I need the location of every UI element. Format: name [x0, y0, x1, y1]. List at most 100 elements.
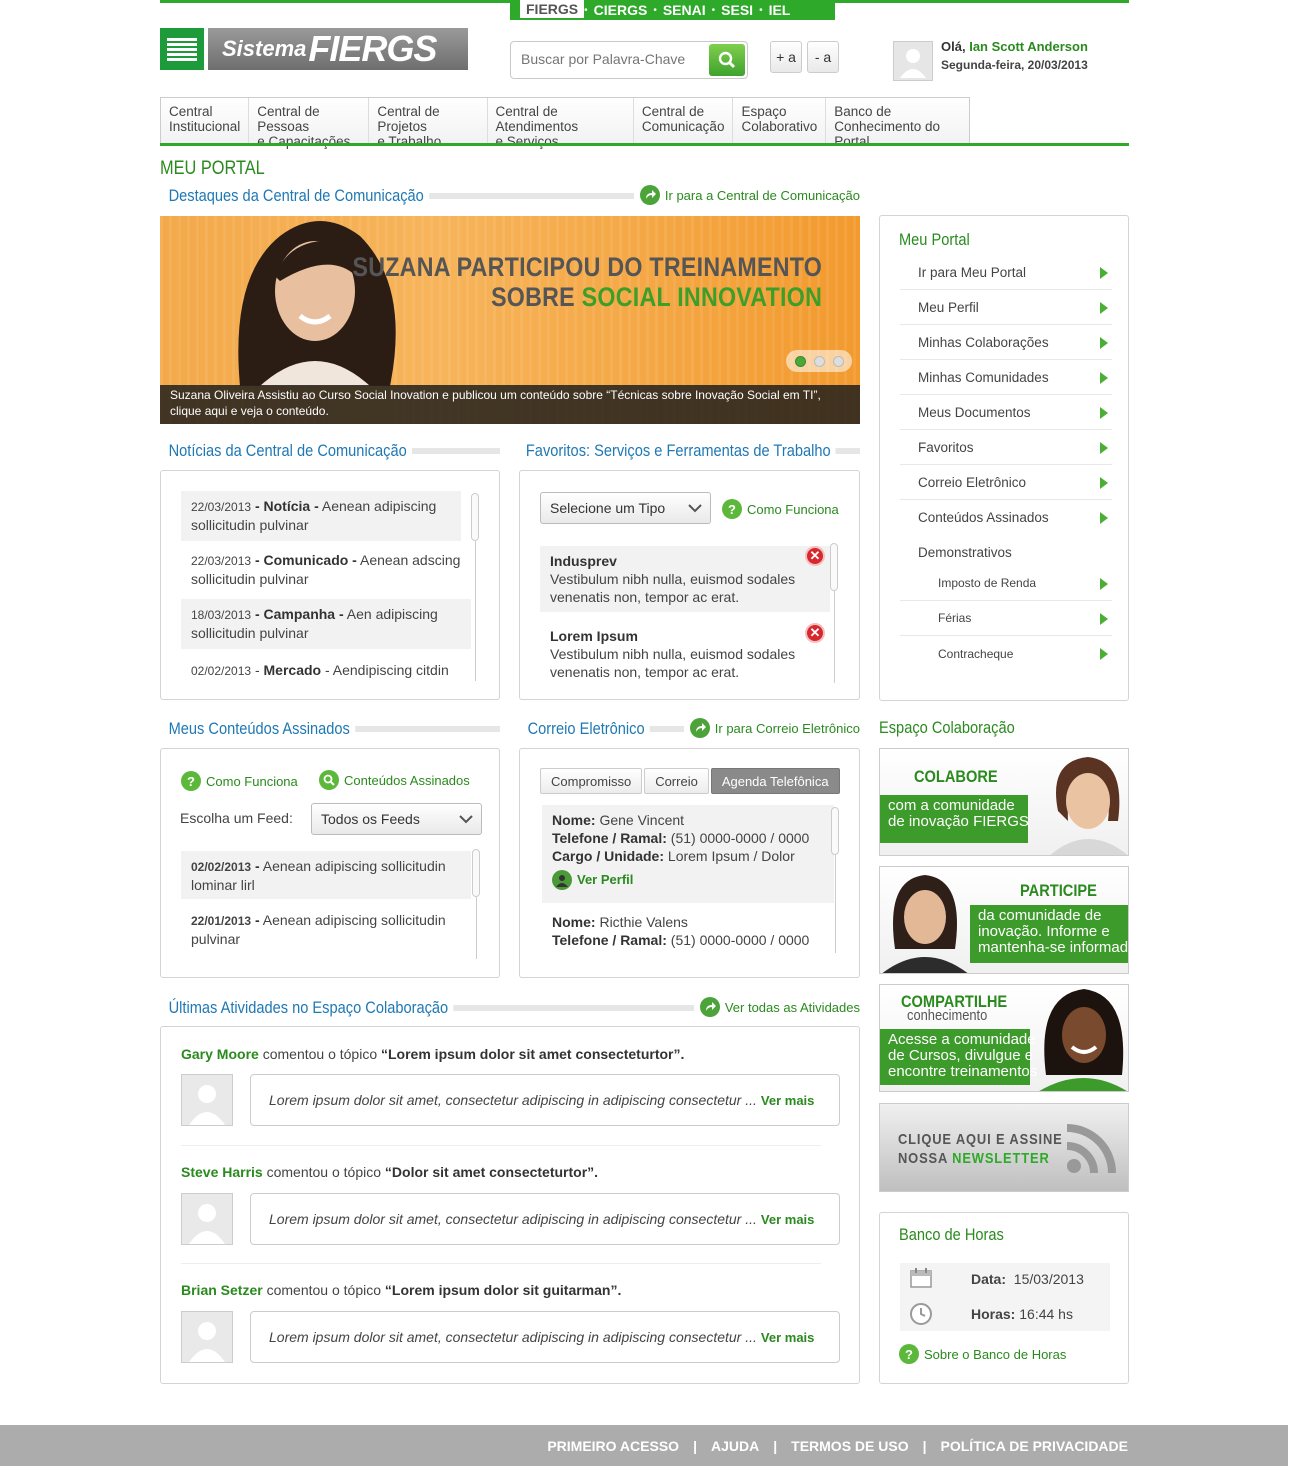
person-photo — [1039, 989, 1127, 1091]
side-item-meu-perfil[interactable]: Meu Perfil — [900, 290, 1112, 325]
list-item[interactable]: 02/02/2013 - Mercado - Aendipiscing citd… — [181, 655, 471, 685]
nav-item-colaborativo[interactable]: Espaço Colaborativo — [733, 98, 827, 143]
footer-link-primeiro-acesso[interactable]: PRIMEIRO ACESSO — [547, 1438, 679, 1454]
see-more-link[interactable]: Ver mais — [761, 1212, 815, 1227]
feed-select[interactable]: Todos os Feeds — [311, 803, 482, 835]
activity-topic[interactable]: “Dolor sit amet consecteturtor”. — [385, 1164, 598, 1180]
remove-favorite-icon[interactable]: ✕ — [805, 546, 825, 566]
logo[interactable]: Sistema FIERGS — [208, 28, 468, 70]
favorite-item[interactable]: Indusprev Vestibulum nibh nulla, euismod … — [540, 546, 830, 612]
menu-label: Férias — [938, 611, 972, 625]
promo-line: encontre treinamentos — [888, 1063, 1038, 1080]
subscribed-contents-link[interactable]: Conteúdos Assinados — [319, 770, 470, 790]
item-text: lominar lirl — [191, 877, 255, 893]
footer-link-ajuda[interactable]: AJUDA — [711, 1438, 759, 1454]
remove-favorite-icon[interactable]: ✕ — [805, 623, 825, 643]
font-decrease-button[interactable]: - a — [807, 41, 839, 73]
colabore-promo[interactable]: COLABORE com a comunidade de inovação FI… — [879, 748, 1129, 856]
activity-topic[interactable]: “Lorem ipsum dolor sit amet consecteturt… — [381, 1046, 684, 1062]
favorite-desc: venenatis non, tempor ac erat. — [550, 664, 740, 680]
activity-topic[interactable]: “Lorem ipsum dolor sit guitarman”. — [385, 1282, 621, 1298]
list-item[interactable]: 18/03/2013 - Campanha - Aen adipiscing so… — [181, 599, 471, 649]
type-select[interactable]: Selecione um Tipo — [540, 492, 711, 524]
banner-highlight: SOCIAL INNOVATION — [581, 282, 822, 312]
topbar-link-senai[interactable]: SENAI — [657, 2, 712, 18]
side-item-correio[interactable]: Correio Eletrônico — [900, 465, 1112, 500]
side-item-meu-portal[interactable]: Ir para Meu Portal — [900, 255, 1112, 290]
nav-item-institucional[interactable]: Central Institucional — [161, 98, 250, 143]
list-item[interactable]: 22/01/2013 - Aenean adipiscing sollicitu… — [181, 905, 471, 953]
activity-user[interactable]: Gary Moore — [181, 1046, 259, 1062]
view-profile-link[interactable]: Ver Perfil — [552, 870, 824, 890]
nav-item-projetos[interactable]: Central de Projetos e Trabalho — [369, 98, 488, 149]
scrollbar[interactable] — [471, 493, 479, 541]
activity-user[interactable]: Steve Harris — [181, 1164, 263, 1180]
side-item-documentos[interactable]: Meus Documentos — [900, 395, 1112, 430]
side-item-comunidades[interactable]: Minhas Comunidades — [900, 360, 1112, 395]
topbar-link-sesi[interactable]: SESI — [715, 2, 759, 18]
nav-item-comunicacao[interactable]: Central de Comunicação — [634, 98, 734, 143]
about-banco-link[interactable]: ? Sobre o Banco de Horas — [899, 1344, 1066, 1364]
footer-link-privacidade[interactable]: POLÍTICA DE PRIVACIDADE — [941, 1438, 1128, 1454]
side-item-conteudos[interactable]: Conteúdos Assinados — [900, 500, 1112, 535]
menu-label: Contracheque — [938, 646, 1014, 661]
search-box — [510, 41, 748, 79]
scrollbar[interactable] — [830, 543, 838, 591]
list-item[interactable]: 02/02/2013 - Aenean adipiscing sollicitu… — [181, 851, 471, 899]
tab-compromisso[interactable]: Compromisso — [540, 768, 643, 794]
scrollbar[interactable] — [831, 807, 839, 855]
side-subitem-contracheque[interactable]: Contracheque — [900, 636, 1112, 671]
item-type: Campanha — [263, 606, 336, 622]
list-item[interactable]: 22/03/2013 - Comunicado - Aenean adscing… — [181, 545, 471, 595]
promo-text: Acesse a comunidade de Cursos, divulgue … — [880, 1029, 1038, 1085]
banner-line-1: SUZANA PARTICIPOU DO TREINAMENTO — [352, 252, 822, 282]
activity-verb: comentou o tópico — [266, 1282, 381, 1298]
tab-correio[interactable]: Correio — [644, 768, 709, 794]
compartilhe-promo[interactable]: COMPARTILHE conhecimento Acesse a comuni… — [879, 984, 1129, 1092]
tab-agenda-telefonica[interactable]: Agenda Telefônica — [710, 768, 840, 794]
font-increase-button[interactable]: + a — [770, 41, 802, 73]
activity-user[interactable]: Brian Setzer — [181, 1282, 263, 1298]
nav-item-atendimentos[interactable]: Central de Atendimentos e Serviços — [488, 98, 634, 149]
see-more-link[interactable]: Ver mais — [761, 1093, 815, 1108]
avatar[interactable] — [893, 41, 933, 81]
footer-link-termos[interactable]: TERMOS DE USO — [791, 1438, 908, 1454]
participe-promo[interactable]: PARTICIPE da comunidade de inovação. Inf… — [879, 866, 1129, 974]
nav-item-pessoas[interactable]: Central de Pessoas e Capacitações — [249, 98, 370, 149]
greeting: Olá, Ian Scott Anderson — [941, 39, 1088, 54]
side-item-colaboracoes[interactable]: Minhas Colaborações — [900, 325, 1112, 360]
help-link[interactable]: ? Como Funciona — [181, 771, 298, 791]
scrollbar[interactable] — [472, 849, 480, 897]
all-activities-link[interactable]: Ver todas as Atividades — [693, 997, 860, 1017]
side-subitem-imposto[interactable]: Imposto de Renda — [900, 566, 1112, 601]
topbar-link-fiergs[interactable]: FIERGS — [520, 0, 585, 18]
side-item-favoritos[interactable]: Favoritos — [900, 430, 1112, 465]
side-subitem-ferias[interactable]: Férias — [900, 601, 1112, 636]
newsletter-promo[interactable]: CLIQUE AQUI E ASSINE NOSSA NEWSLETTER — [879, 1103, 1129, 1192]
logo-emblem-icon[interactable] — [160, 28, 204, 70]
menu-label: Correio Eletrônico — [918, 474, 1027, 490]
favorite-item[interactable]: Lorem Ipsum Vestibulum nibh nulla, euismo… — [540, 621, 830, 687]
banner-caption[interactable]: Suzana Oliveira Assistiu ao Curso Social… — [160, 385, 860, 424]
search-input[interactable] — [521, 51, 701, 67]
avatar[interactable] — [181, 1193, 233, 1245]
avatar[interactable] — [181, 1074, 233, 1126]
carousel-dot[interactable] — [794, 355, 806, 367]
correio-link[interactable]: Ir para Correio Eletrônico — [683, 718, 860, 738]
chevron-down-icon — [459, 815, 473, 824]
carousel-dot[interactable] — [813, 355, 825, 367]
help-link[interactable]: ? Como Funciona — [722, 499, 839, 519]
main-nav: Central Institucional Central de Pessoas e… — [160, 97, 970, 149]
avatar[interactable] — [181, 1311, 233, 1363]
topbar-link-ciergs[interactable]: CIERGS — [588, 2, 654, 18]
nav-item-conhecimento[interactable]: Banco de Conhecimento do Portal — [826, 98, 969, 149]
highlight-banner[interactable]: SUZANA PARTICIPOU DO TREINAMENTO SOBRE S… — [160, 216, 860, 424]
topbar-link-iel[interactable]: IEL — [763, 2, 797, 18]
list-item[interactable]: 22/03/2013 - Notícia - Aenean adipiscing… — [181, 491, 461, 541]
carousel-dot[interactable] — [832, 355, 844, 367]
see-more-link[interactable]: Ver mais — [761, 1330, 815, 1345]
user-name[interactable]: Ian Scott Anderson — [969, 39, 1088, 54]
destaques-link[interactable]: Ir para a Central de Comunicação — [633, 185, 860, 205]
section-title: Espaço Colaboração — [879, 718, 1015, 737]
search-button[interactable] — [709, 44, 745, 76]
